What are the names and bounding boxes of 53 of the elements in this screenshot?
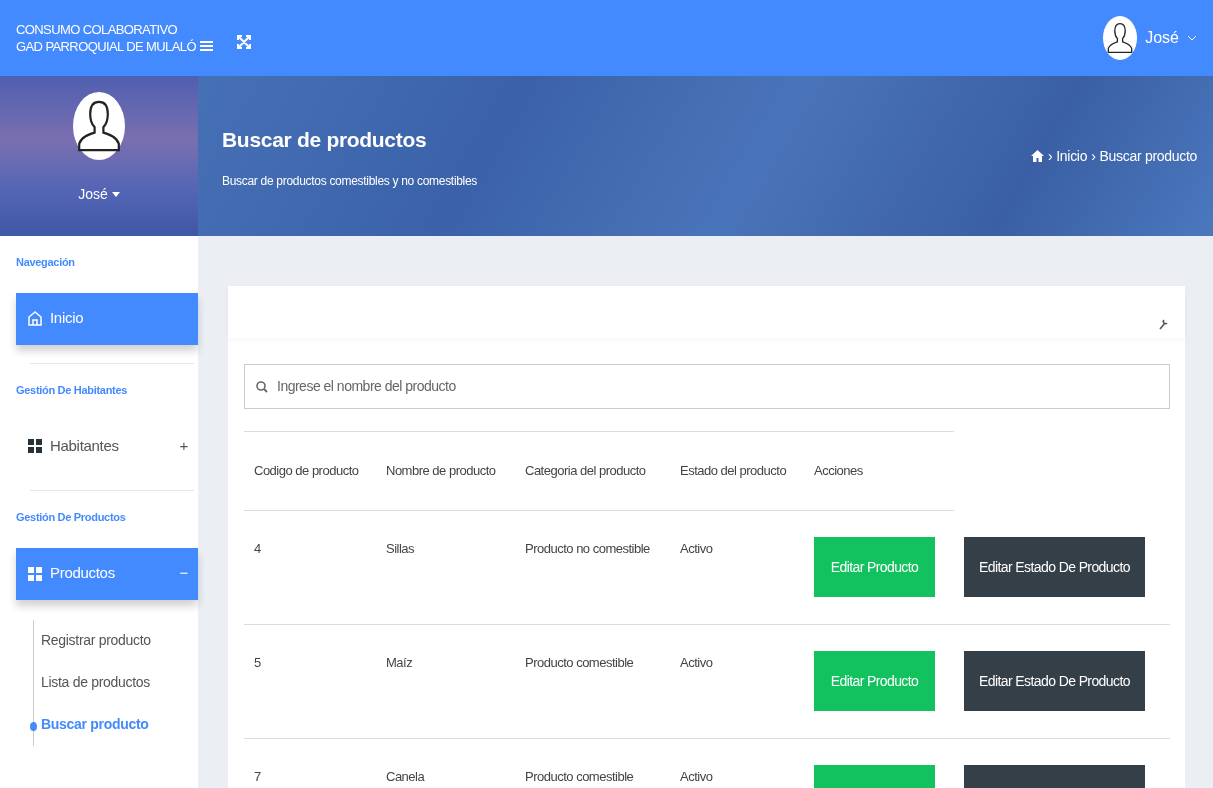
breadcrumb-separator: › bbox=[1091, 146, 1096, 166]
table-cell: Producto comestible bbox=[525, 655, 634, 670]
section-heading: Gestión De Habitantes bbox=[15, 382, 129, 398]
table-cell: 5 bbox=[254, 655, 261, 670]
expand-toggle[interactable]: − bbox=[179, 562, 188, 585]
organization-name: GAD PARROQUIAL DE MULALÓ bbox=[16, 38, 196, 55]
submenu-item[interactable]: Registrar producto bbox=[34, 619, 198, 662]
nav-label: Habitantes bbox=[50, 435, 119, 456]
table-cell: 7 bbox=[254, 769, 261, 784]
chevron-down-icon bbox=[1187, 35, 1197, 41]
breadcrumb-link[interactable]: Buscar producto bbox=[1099, 145, 1197, 167]
breadcrumb-separator: › bbox=[1047, 146, 1053, 166]
nav-item[interactable]: Productos − bbox=[16, 547, 198, 600]
table-cell: Producto comestible bbox=[525, 769, 634, 784]
home-icon bbox=[28, 311, 42, 326]
wrench-icon[interactable] bbox=[1159, 318, 1169, 330]
section-heading: Navegación bbox=[15, 255, 76, 270]
fullscreen-icon[interactable] bbox=[236, 35, 251, 49]
column-header: Acciones bbox=[813, 462, 864, 481]
expand-toggle[interactable]: + bbox=[179, 434, 188, 458]
user-avatar-icon bbox=[1103, 16, 1138, 60]
profile-menu[interactable]: José bbox=[78, 184, 120, 205]
caret-icon bbox=[111, 192, 120, 197]
column-header: Estado del producto bbox=[679, 462, 788, 481]
table-cell: Activo bbox=[680, 655, 713, 670]
table-cell: Activo bbox=[680, 769, 713, 784]
user-menu[interactable]: José bbox=[1145, 26, 1197, 50]
nav-item[interactable]: Inicio bbox=[16, 292, 198, 345]
table-cell: Producto no comestible bbox=[525, 541, 650, 556]
column-header: Nombre de producto bbox=[385, 462, 497, 481]
column-header: Codigo de producto bbox=[253, 462, 360, 481]
grid-icon bbox=[28, 566, 42, 581]
edit-status-button[interactable]: Editar Estado De Producto bbox=[964, 651, 1145, 711]
breadcrumb-link[interactable]: Inicio bbox=[1056, 145, 1088, 167]
column-header: Categoria del producto bbox=[524, 462, 647, 481]
page-title: Buscar de productos bbox=[222, 127, 428, 153]
home-icon[interactable] bbox=[1030, 150, 1044, 162]
app-title: CONSUMO COLABORATIVO bbox=[16, 21, 179, 38]
table-cell: 4 bbox=[254, 541, 261, 556]
table-cell: Canela bbox=[386, 769, 425, 784]
grid-icon bbox=[28, 439, 42, 453]
section-heading: Gestión De Productos bbox=[15, 510, 127, 525]
table-cell: Maíz bbox=[386, 655, 413, 670]
menu-icon[interactable] bbox=[199, 40, 213, 52]
table-cell: Activo bbox=[680, 541, 713, 556]
table-cell: Sillas bbox=[386, 541, 415, 556]
page-subtitle: Buscar de productos comestibles y no comestibles bbox=[222, 172, 478, 190]
edit-status-button[interactable]: Editar Estado De Producto bbox=[964, 537, 1145, 597]
submenu-item[interactable]: Lista de productos bbox=[34, 661, 198, 704]
nav-item[interactable]: Habitantes + bbox=[16, 420, 198, 472]
nav-label: Inicio bbox=[50, 308, 84, 329]
nav-label: Productos bbox=[50, 563, 115, 584]
search-field[interactable]: Ingrese el nombre del producto bbox=[244, 364, 1170, 409]
